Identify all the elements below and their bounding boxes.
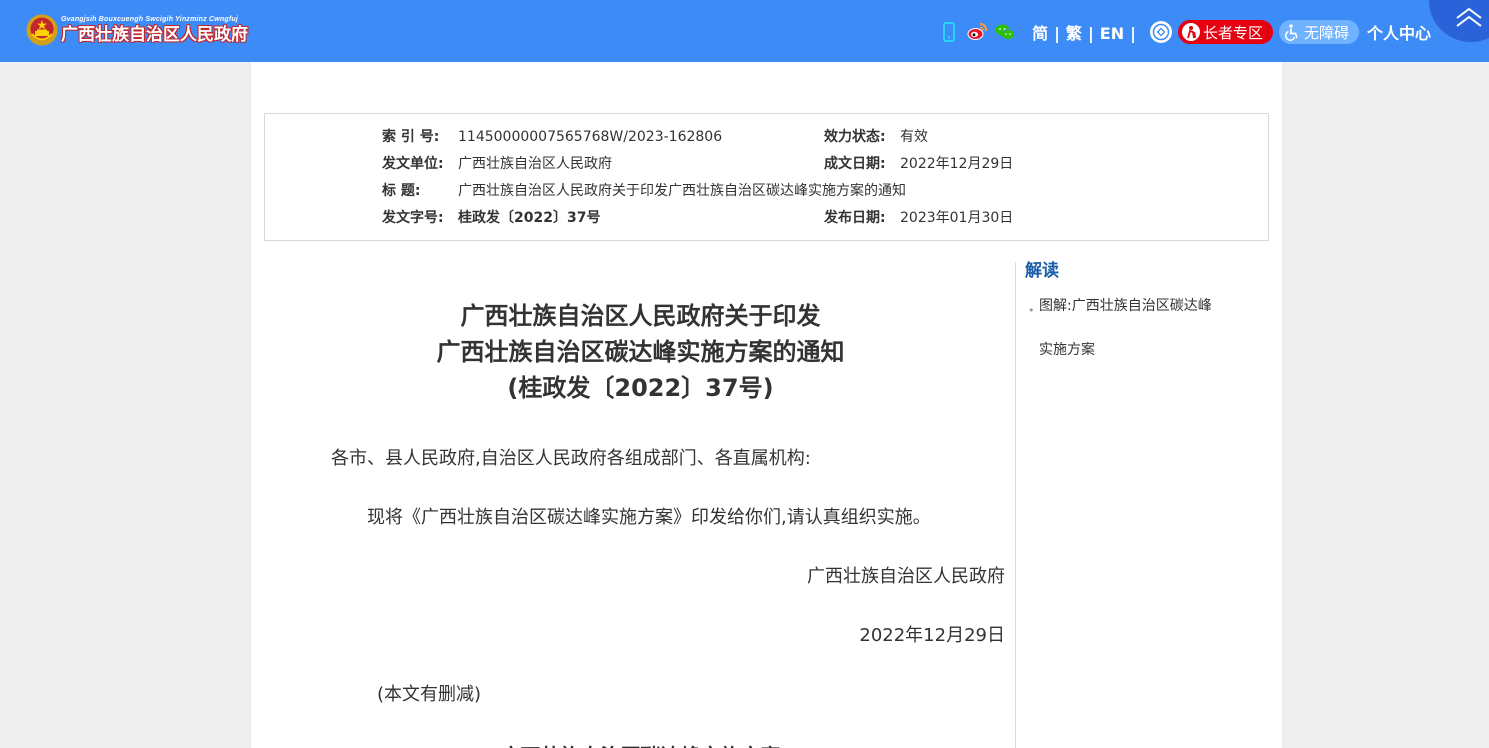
info-value: 2022年12月29日 [900,156,1014,172]
info-value: 有效 [900,129,928,145]
header-toolbar: 简 | 繁 | EN | 长者专区 无障碍 个人中心 [938,18,1431,46]
wheelchair-icon [1284,24,1298,41]
article-content: 广西壮族自治区人民政府关于印发 广西壮族自治区碳达峰实施方案的通知 (桂政发〔2… [265,262,1016,748]
info-label: 标 题: [382,183,421,199]
lang-english-link[interactable]: EN [1100,24,1124,43]
info-value: 广西壮族自治区人民政府关于印发广西壮族自治区碳达峰实施方案的通知 [458,183,906,199]
mobile-icon[interactable] [938,21,960,43]
back-to-top-button[interactable] [1429,0,1489,42]
info-value: 桂政发〔2022〕37号 [458,210,601,226]
chevron-up-icon [1456,7,1482,27]
logo-subtitle: Gvangjsih Bouxcuengh Swcigih Yinzminz Cw… [61,15,239,23]
info-label: 发文单位: [382,156,444,172]
article-signature: 广西壮族自治区人民政府 [807,566,1005,587]
info-label: 效力状态: [824,129,886,145]
document-info-box: 索 引 号: 11450000007565768W/2023-162806 效力状… [264,113,1269,241]
info-value: 11450000007565768W/2023-162806 [458,129,723,145]
weibo-icon[interactable] [966,21,988,43]
site-header: Gvangjsih Bouxcuengh Swcigih Yinzminz Cw… [0,0,1489,62]
article-salutation: 各市、县人民政府,自治区人民政府各组成部门、各直属机构: [331,448,811,469]
separator: | [1054,24,1060,43]
info-issuer-row: 发文单位: 广西壮族自治区人民政府 [382,154,612,174]
accessibility-button[interactable]: 无障碍 [1278,20,1359,44]
elder-zone-button[interactable]: 长者专区 [1177,20,1273,44]
service-icon[interactable] [1149,21,1172,43]
seal-icon [1152,23,1170,41]
info-value: 2023年01月30日 [900,210,1014,226]
language-switcher: 简 | 繁 | EN | [1032,20,1142,44]
personal-center-link[interactable]: 个人中心 [1367,20,1431,44]
wechat-icon[interactable] [994,21,1016,43]
info-publish-date-row: 发布日期: 2023年01月30日 [824,208,1013,228]
elder-zone-label: 长者专区 [1202,23,1263,42]
article-title-line-3: (桂政发〔2022〕37号) [507,374,774,402]
main-page: 索 引 号: 11450000007565768W/2023-162806 效力状… [251,62,1282,748]
lang-simplified-link[interactable]: 简 [1032,24,1048,43]
info-index-row: 索 引 号: 11450000007565768W/2023-162806 [382,127,722,147]
interpretation-sidebar: 解读 • 图解:广西壮族自治区碳达峰 实施方案 [1025,260,1265,358]
info-doc-number-row: 发文字号: 桂政发〔2022〕37号 [382,208,600,228]
sidebar-link-text: 实施方案 [1039,342,1095,358]
info-validity-row: 效力状态: 有效 [824,127,928,147]
info-written-date-row: 成文日期: 2022年12月29日 [824,154,1013,174]
article-body: 现将《广西壮族自治区碳达峰实施方案》印发给你们,请认真组织实施。 [367,507,931,528]
elder-icon [1181,23,1200,41]
sidebar-link-infographic[interactable]: • 图解:广西壮族自治区碳达峰 实施方案 [1028,296,1248,360]
separator: | [1130,24,1136,43]
sidebar-heading: 解读 [1025,261,1059,281]
info-label: 成文日期: [824,156,886,172]
site-logo[interactable]: Gvangjsih Bouxcuengh Swcigih Yinzminz Cw… [26,14,248,46]
article-date: 2022年12月29日 [859,625,1005,646]
info-label: 发布日期: [824,210,886,226]
article-title-line-1: 广西壮族自治区人民政府关于印发 [460,302,821,330]
article-title-line-2: 广西壮族自治区碳达峰实施方案的通知 [436,338,845,366]
info-title-row: 标 题: 广西壮族自治区人民政府关于印发广西壮族自治区碳达峰实施方案的通知 [382,181,906,201]
sidebar-link-text: 图解:广西壮族自治区碳达峰 [1039,298,1212,314]
info-label: 发文字号: [382,210,444,226]
national-emblem-icon [26,14,58,46]
info-label: 索 引 号: [382,129,440,145]
logo-title: 广西壮族自治区人民政府 [61,24,248,45]
article-next-heading: 广西壮族自治区碳达峰实施方案 [265,738,1016,748]
accessibility-label: 无障碍 [1303,23,1349,42]
article-note: (本文有删减) [377,684,482,705]
info-value: 广西壮族自治区人民政府 [458,156,612,172]
bullet-icon: • [1028,304,1035,317]
separator: | [1087,24,1094,43]
lang-traditional-link[interactable]: 繁 [1066,24,1082,43]
